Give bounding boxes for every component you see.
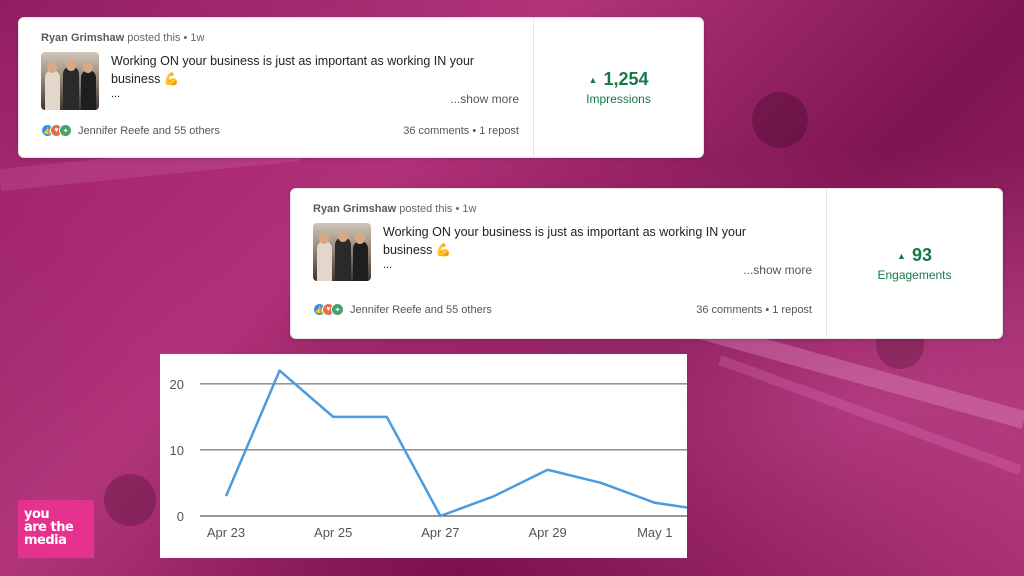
post-stats[interactable]: 36 comments • 1 repost — [403, 125, 519, 137]
metric-label: Impressions — [586, 92, 651, 106]
author-name[interactable]: Ryan Grimshaw — [313, 203, 396, 215]
show-more-link[interactable]: ...show more — [450, 92, 519, 106]
author-name[interactable]: Ryan Grimshaw — [41, 32, 124, 44]
post-preview[interactable]: Ryan Grimshaw posted this • 1w Working O… — [291, 189, 826, 338]
post-card-engagements[interactable]: Ryan Grimshaw posted this • 1w Working O… — [290, 188, 1003, 339]
post-card-impressions[interactable]: Ryan Grimshaw posted this • 1w Working O… — [18, 17, 704, 158]
metric-label: Engagements — [877, 268, 952, 282]
x-tick-label: Apr 25 — [314, 525, 352, 540]
posted-time: posted this • 1w — [399, 203, 477, 215]
reaction-icons[interactable]: 👍 ♥ ✦ — [41, 124, 72, 137]
reactors-text[interactable]: Jennifer Reefe and 55 others — [78, 125, 220, 137]
reaction-icons[interactable]: 👍 ♥ ✦ — [313, 303, 344, 316]
engagements-metric: ▲ 93 Engagements — [826, 189, 1002, 338]
up-arrow-icon: ▲ — [588, 74, 598, 85]
x-tick-label: May 1 — [637, 525, 672, 540]
support-icon: ✦ — [59, 124, 72, 137]
post-stats[interactable]: 36 comments • 1 repost — [696, 304, 812, 316]
post-preview[interactable]: Ryan Grimshaw posted this • 1w Working O… — [19, 18, 533, 157]
x-tick-label: Apr 23 — [207, 525, 245, 540]
x-tick-label: Apr 27 — [421, 525, 459, 540]
posted-time: posted this • 1w — [127, 32, 205, 44]
post-thumbnail[interactable] — [313, 223, 371, 281]
chart-svg: 0 10 20 Apr 23 Apr 25 Apr 27 Apr 29 May 1 — [170, 369, 709, 540]
metric-value: 93 — [911, 245, 932, 265]
y-tick-label: 10 — [170, 443, 184, 458]
show-more-link[interactable]: ...show more — [743, 263, 812, 277]
post-meta: Ryan Grimshaw posted this • 1w — [41, 32, 519, 44]
x-tick-label: Apr 29 — [528, 525, 566, 540]
y-tick-label: 0 — [177, 509, 184, 524]
up-arrow-icon: ▲ — [897, 250, 906, 261]
post-footer: 👍 ♥ ✦ Jennifer Reefe and 55 others 36 co… — [41, 124, 519, 137]
post-meta: Ryan Grimshaw posted this • 1w — [313, 203, 812, 215]
engagement-line-chart: 0 10 20 Apr 23 Apr 25 Apr 27 Apr 29 May 1 — [160, 354, 709, 558]
support-icon: ✦ — [331, 303, 344, 316]
reactors-text[interactable]: Jennifer Reefe and 55 others — [350, 304, 492, 316]
post-footer: 👍 ♥ ✦ Jennifer Reefe and 55 others 36 co… — [313, 303, 812, 316]
impressions-metric: ▲ 1,254 Impressions — [533, 18, 703, 157]
series-line — [224, 369, 709, 518]
you-are-the-media-logo: you are the media — [18, 500, 94, 558]
post-thumbnail[interactable] — [41, 52, 99, 110]
y-tick-label: 20 — [170, 377, 184, 392]
metric-value: 1,254 — [603, 69, 649, 89]
